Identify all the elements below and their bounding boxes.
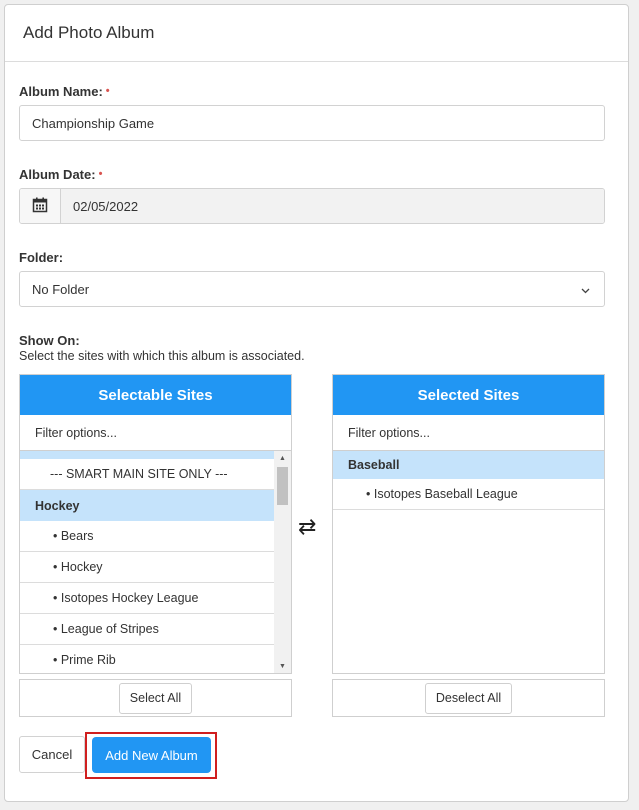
select-all-button[interactable]: Select All xyxy=(118,682,193,714)
show-on-label: Show On: xyxy=(19,333,80,348)
album-date-label: Album Date: • xyxy=(19,167,102,182)
list-item[interactable]: • League of Stripes xyxy=(20,614,276,645)
selectable-sites-header: Selectable Sites xyxy=(20,375,291,415)
scroll-up-arrow-icon[interactable]: ▲ xyxy=(274,451,291,465)
folder-label: Folder: xyxy=(19,250,64,265)
list-item[interactable]: • Isotopes Baseball League xyxy=(333,479,604,510)
folder-selected-value: No Folder xyxy=(32,281,90,297)
required-indicator: • xyxy=(98,168,103,180)
scroll-down-arrow-icon[interactable]: ▼ xyxy=(274,659,291,673)
dialog-header: Add Photo Album xyxy=(5,5,628,62)
album-date-field[interactable]: 02/05/2022 xyxy=(19,188,605,224)
cancel-button[interactable]: Cancel xyxy=(19,736,85,773)
selected-filter-input[interactable]: Filter options... xyxy=(333,415,604,451)
album-date-label-text: Album Date: xyxy=(19,167,96,182)
group-baseball[interactable]: Baseball xyxy=(333,451,604,479)
selected-sites-list[interactable]: Baseball • Isotopes Baseball League xyxy=(333,451,604,673)
calendar-icon xyxy=(32,197,48,216)
selectable-sites-panel: Selectable Sites Filter options... --- S… xyxy=(19,374,292,674)
list-item[interactable]: • Isotopes Hockey League xyxy=(20,583,276,614)
album-name-input[interactable] xyxy=(19,105,605,141)
album-date-value[interactable]: 02/05/2022 xyxy=(61,189,604,223)
selectable-sites-list[interactable]: --- SMART MAIN SITE ONLY --- Hockey • Be… xyxy=(20,451,291,673)
select-all-bar: Select All xyxy=(19,679,292,717)
folder-select[interactable]: No Folder xyxy=(19,271,605,307)
partial-group-row xyxy=(20,451,291,459)
list-item[interactable]: • Prime Rib xyxy=(20,645,276,673)
album-name-label-text: Album Name: xyxy=(19,84,103,99)
group-hockey[interactable]: Hockey xyxy=(20,490,276,521)
dialog-title: Add Photo Album xyxy=(23,23,155,42)
album-name-label: Album Name: • xyxy=(19,84,110,99)
required-indicator: • xyxy=(105,85,110,97)
list-item[interactable]: • Hockey xyxy=(20,552,276,583)
deselect-all-button[interactable]: Deselect All xyxy=(424,682,513,714)
calendar-button[interactable] xyxy=(20,189,61,223)
scroll-thumb[interactable] xyxy=(277,467,288,505)
chevron-down-icon xyxy=(581,282,590,297)
swap-arrows-icon: ⇄ xyxy=(298,514,317,539)
list-scrollbar[interactable]: ▲ ▼ xyxy=(274,451,291,673)
selected-sites-panel: Selected Sites Filter options... Basebal… xyxy=(332,374,605,674)
deselect-all-bar: Deselect All xyxy=(332,679,605,717)
selected-sites-header: Selected Sites xyxy=(333,375,604,415)
selectable-filter-input[interactable]: Filter options... xyxy=(20,415,291,451)
add-new-album-button[interactable]: Add New Album xyxy=(92,737,211,773)
list-item[interactable]: • Bears xyxy=(20,521,276,552)
list-item-smart-main[interactable]: --- SMART MAIN SITE ONLY --- xyxy=(20,459,276,490)
show-on-hint: Select the sites with which this album i… xyxy=(19,349,305,363)
